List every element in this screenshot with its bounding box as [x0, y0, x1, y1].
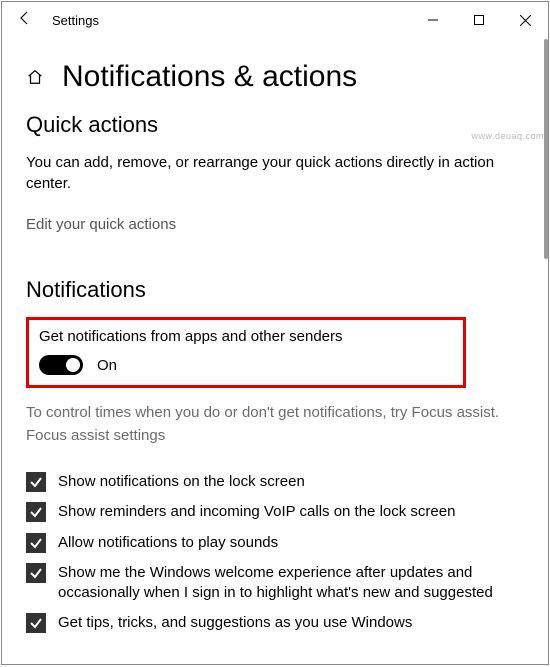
home-icon[interactable] — [26, 68, 44, 91]
scrollbar[interactable] — [544, 39, 548, 259]
checkbox-tips[interactable] — [26, 613, 46, 633]
page-title: Notifications & actions — [62, 60, 357, 94]
option-row: Show notifications on the lock screen — [26, 472, 524, 492]
minimize-button[interactable] — [410, 4, 456, 36]
focus-assist-help: To control times when you do or don't ge… — [26, 402, 524, 423]
maximize-button[interactable] — [456, 4, 502, 36]
option-label: Show me the Windows welcome experience a… — [58, 563, 524, 604]
checkbox-lock-screen[interactable] — [26, 472, 46, 492]
master-toggle-highlight: Get notifications from apps and other se… — [26, 317, 466, 388]
titlebar: Settings — [2, 2, 548, 38]
option-row: Get tips, tricks, and suggestions as you… — [26, 613, 524, 633]
page-header: Notifications & actions — [26, 60, 524, 94]
notifications-heading: Notifications — [26, 277, 524, 303]
master-toggle-row: On — [39, 355, 453, 375]
option-label: Show reminders and incoming VoIP calls o… — [58, 502, 455, 522]
option-label: Get tips, tricks, and suggestions as you… — [58, 613, 412, 633]
option-row: Allow notifications to play sounds — [26, 533, 524, 553]
window-controls — [410, 4, 548, 36]
toggle-knob — [66, 358, 80, 372]
window-title: Settings — [52, 13, 99, 28]
checkbox-welcome[interactable] — [26, 563, 46, 583]
master-toggle-label: Get notifications from apps and other se… — [39, 328, 453, 345]
watermark: www.deuaq.com — [471, 131, 544, 141]
checkbox-voip[interactable] — [26, 502, 46, 522]
quick-actions-description: You can add, remove, or rearrange your q… — [26, 152, 524, 194]
close-button[interactable] — [502, 4, 548, 36]
master-toggle[interactable] — [39, 355, 83, 375]
back-button[interactable] — [10, 10, 40, 31]
option-label: Allow notifications to play sounds — [58, 533, 278, 553]
master-toggle-state: On — [97, 357, 117, 374]
quick-actions-heading: Quick actions — [26, 112, 524, 138]
checkbox-sounds[interactable] — [26, 533, 46, 553]
option-label: Show notifications on the lock screen — [58, 472, 305, 492]
content-area: Notifications & actions Quick actions Yo… — [2, 38, 548, 664]
settings-window: Settings Notifications & actions Quick a… — [1, 1, 549, 665]
edit-quick-actions-link[interactable]: Edit your quick actions — [26, 216, 176, 233]
option-row: Show me the Windows welcome experience a… — [26, 563, 524, 604]
focus-assist-link[interactable]: Focus assist settings — [26, 427, 165, 444]
option-row: Show reminders and incoming VoIP calls o… — [26, 502, 524, 522]
